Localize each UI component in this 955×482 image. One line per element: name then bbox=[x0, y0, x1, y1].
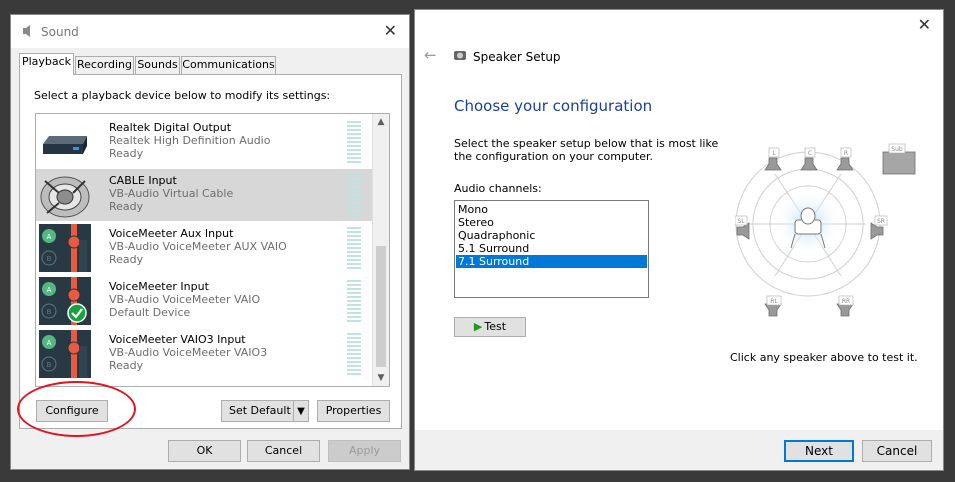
speaker-app-icon bbox=[23, 25, 30, 37]
scroll-up-icon[interactable]: ▲ bbox=[373, 114, 389, 130]
set-default-button[interactable]: Set Default bbox=[221, 400, 294, 422]
speaker-label-sub: Sub bbox=[891, 146, 903, 153]
device-item[interactable]: A B VoiceMeeter Input VB-Audio VoiceMeet… bbox=[36, 275, 374, 327]
device-driver: VB-Audio VoiceMeeter VAIO3 bbox=[109, 346, 268, 359]
device-status: Default Device bbox=[109, 306, 191, 319]
level-meter bbox=[347, 227, 361, 269]
speaker-setup-dialog: ✕ ← Speaker Setup Choose your configurat… bbox=[414, 9, 944, 471]
device-item[interactable]: A B VoiceMeeter VAIO3 Input VB-Audio Voi… bbox=[36, 328, 374, 380]
channel-option[interactable]: Mono bbox=[456, 203, 647, 216]
level-meter bbox=[347, 333, 361, 375]
device-list[interactable]: Realtek Digital Output Realtek High Defi… bbox=[35, 113, 390, 387]
speaker-setup-icon bbox=[454, 51, 466, 60]
config-description: Select the speaker setup below that is m… bbox=[454, 137, 719, 163]
sound-title-bar: Sound ✕ bbox=[11, 15, 409, 48]
speaker-setup-title: Speaker Setup bbox=[473, 50, 561, 64]
device-status: Ready bbox=[109, 147, 144, 160]
tab-sounds[interactable]: Sounds bbox=[135, 56, 180, 74]
device-list-scrollbar[interactable]: ▲ ▼ bbox=[372, 114, 389, 386]
svg-text:B: B bbox=[47, 255, 52, 263]
speaker-label-sl: SL bbox=[737, 218, 745, 225]
audio-channels-listbox[interactable]: Mono Stereo Quadraphonic 5.1 Surround 7.… bbox=[454, 200, 649, 298]
svg-text:B: B bbox=[47, 308, 52, 316]
config-heading: Choose your configuration bbox=[454, 97, 653, 115]
speaker-sr-icon bbox=[870, 222, 884, 240]
speaker-label-rl: RL bbox=[770, 298, 778, 305]
properties-button[interactable]: Properties bbox=[317, 400, 390, 422]
close-icon[interactable]: ✕ bbox=[384, 21, 397, 40]
device-driver: VB-Audio VoiceMeeter VAIO bbox=[109, 293, 261, 306]
speaker-label-rr: RR bbox=[842, 298, 850, 305]
speaker-label-sr: SR bbox=[877, 218, 885, 225]
device-status: Ready bbox=[109, 200, 144, 213]
speaker-rr-icon bbox=[836, 303, 854, 317]
audio-channels-label: Audio channels: bbox=[454, 182, 542, 195]
level-meter bbox=[347, 174, 361, 216]
level-meter bbox=[347, 121, 361, 163]
apply-button[interactable]: Apply bbox=[328, 440, 401, 462]
speaker-c-icon bbox=[800, 157, 818, 171]
channel-option[interactable]: Stereo bbox=[456, 216, 647, 229]
device-driver: VB-Audio VoiceMeeter AUX VAIO bbox=[109, 240, 287, 253]
playback-panel: Select a playback device below to modify… bbox=[19, 74, 402, 429]
svg-text:A: A bbox=[47, 286, 52, 294]
tab-recording[interactable]: Recording bbox=[75, 56, 134, 74]
cable-device-icon bbox=[40, 176, 90, 218]
subwoofer-icon bbox=[882, 151, 916, 175]
tab-playback[interactable]: Playback bbox=[19, 53, 74, 75]
voicemeeter-strip-icon: A B bbox=[39, 330, 91, 378]
channel-option-selected[interactable]: 7.1 Surround bbox=[456, 255, 647, 268]
device-status: Ready bbox=[109, 359, 144, 372]
playback-instruction: Select a playback device below to modify… bbox=[34, 89, 331, 102]
device-item[interactable]: A B VoiceMeeter Aux Input VB-Audio Voice… bbox=[36, 222, 374, 274]
device-name: Realtek Digital Output bbox=[109, 121, 232, 134]
speaker-rl-icon bbox=[764, 303, 782, 317]
ok-button[interactable]: OK bbox=[168, 440, 241, 462]
tab-communications[interactable]: Communications bbox=[181, 56, 276, 74]
highlight-oval bbox=[17, 381, 136, 437]
svg-text:B: B bbox=[47, 361, 52, 369]
speaker-r-icon bbox=[836, 157, 854, 171]
svg-text:A: A bbox=[47, 233, 52, 241]
default-check-icon bbox=[67, 303, 87, 323]
cancel-button[interactable]: Cancel bbox=[862, 440, 932, 462]
next-button[interactable]: Next bbox=[784, 440, 854, 462]
speaker-layout-diagram: L C R Sub SL SR RL RR bbox=[735, 143, 916, 317]
speaker-test-hint: Click any speaker above to test it. bbox=[730, 351, 918, 364]
device-item[interactable]: CABLE Input VB-Audio Virtual Cable Ready bbox=[36, 169, 374, 221]
sound-dialog: Sound ✕ Playback Recording Sounds Commun… bbox=[10, 14, 410, 470]
device-item[interactable]: Realtek Digital Output Realtek High Defi… bbox=[36, 116, 374, 168]
cancel-button[interactable]: Cancel bbox=[247, 440, 320, 462]
speaker-sl-icon bbox=[736, 222, 750, 240]
svg-text:A: A bbox=[47, 339, 52, 347]
channel-option[interactable]: Quadraphonic bbox=[456, 229, 647, 242]
device-name: VoiceMeeter Aux Input bbox=[109, 227, 234, 240]
set-default-dropdown[interactable]: ▼ bbox=[293, 400, 309, 422]
device-name: VoiceMeeter Input bbox=[109, 280, 209, 293]
scroll-thumb[interactable] bbox=[376, 246, 386, 367]
scroll-down-icon[interactable]: ▼ bbox=[373, 370, 389, 386]
back-arrow-icon[interactable]: ← bbox=[424, 46, 437, 64]
voicemeeter-strip-icon: A B bbox=[39, 224, 91, 272]
dropdown-arrow-icon: ▼ bbox=[297, 406, 305, 417]
device-driver: Realtek High Definition Audio bbox=[109, 134, 271, 147]
level-meter bbox=[347, 280, 361, 322]
device-driver: VB-Audio Virtual Cable bbox=[109, 187, 234, 200]
test-label: Test bbox=[484, 320, 507, 333]
device-name: CABLE Input bbox=[109, 174, 177, 187]
test-button[interactable]: ▶ Test bbox=[454, 317, 526, 337]
device-name: VoiceMeeter VAIO3 Input bbox=[109, 333, 246, 346]
sound-title: Sound bbox=[41, 25, 79, 39]
speaker-label-r: R bbox=[844, 150, 848, 157]
device-status: Ready bbox=[109, 253, 144, 266]
channel-option[interactable]: 5.1 Surround bbox=[456, 242, 647, 255]
digital-output-icon bbox=[43, 136, 87, 154]
speaker-label-c: C bbox=[808, 150, 812, 157]
speaker-setup-content: ✕ ← Speaker Setup Choose your configurat… bbox=[415, 10, 943, 430]
play-icon: ▶ bbox=[473, 320, 483, 333]
close-icon[interactable]: ✕ bbox=[918, 15, 931, 34]
